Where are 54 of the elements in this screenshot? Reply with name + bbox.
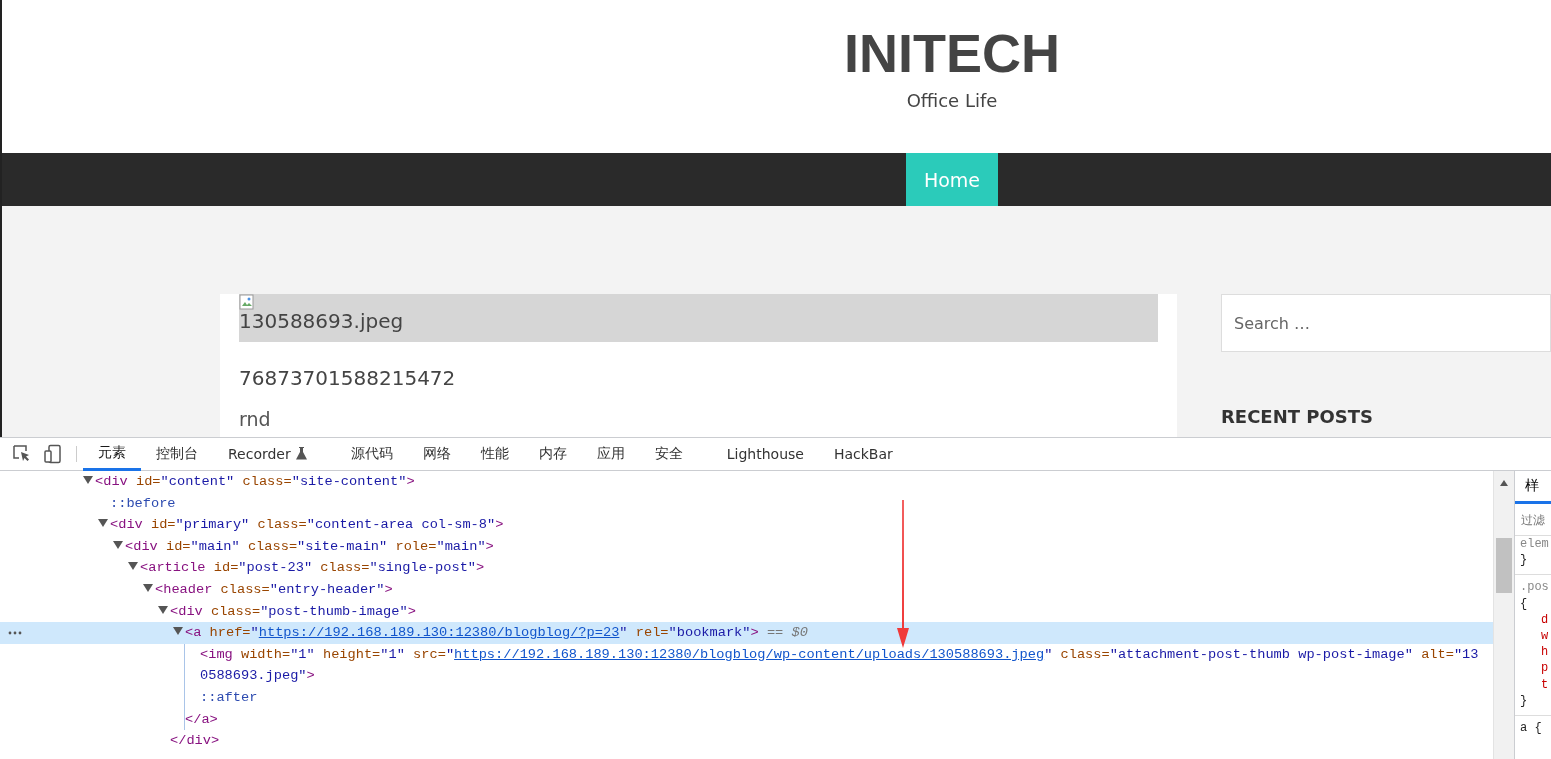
- image-alt-text: 130588693.jpeg: [239, 310, 404, 332]
- devtools-tab[interactable]: Recorder: [213, 438, 322, 471]
- dom-node-line[interactable]: <div class="post-thumb-image">: [0, 600, 1493, 623]
- dom-node-line[interactable]: ::before: [0, 492, 1493, 515]
- flask-icon: [295, 447, 307, 460]
- scrollbar-thumb[interactable]: [1496, 538, 1512, 593]
- css-property: d: [1540, 611, 1550, 628]
- devtools-tab[interactable]: 控制台: [141, 438, 213, 471]
- expand-triangle-icon[interactable]: [173, 627, 183, 636]
- css-brace: }: [1519, 552, 1529, 569]
- devtools-tab[interactable]: HackBar: [818, 438, 908, 471]
- site-title: INITECH: [844, 22, 1060, 84]
- search-field[interactable]: Search …: [1221, 294, 1551, 352]
- css-brace: }: [1519, 692, 1529, 710]
- css-property: w: [1540, 628, 1550, 645]
- expand-triangle-icon[interactable]: [83, 476, 93, 484]
- site-tagline: Office Life: [906, 90, 998, 111]
- dom-closing-tag: </div>: [0, 730, 1493, 752]
- devtools-tab[interactable]: 性能: [465, 438, 524, 471]
- url-link[interactable]: https://192.168.189.130:12380/blogblog/wp-content/uploads/130588693.jpeg: [454, 646, 1045, 662]
- scroll-up-icon[interactable]: [1499, 479, 1509, 487]
- scrollbar[interactable]: [1493, 471, 1514, 759]
- dom-node-line[interactable]: <article id="post-23" class="single-post">: [0, 557, 1493, 579]
- expand-triangle-icon[interactable]: [158, 605, 168, 614]
- post-text: rnd: [239, 408, 272, 430]
- css-brace: {: [1519, 595, 1529, 612]
- css-property: t: [1540, 676, 1550, 693]
- devtools-tab[interactable]: 网络: [407, 438, 466, 471]
- sidebar-heading: RECENT POSTS: [1221, 406, 1374, 427]
- css-property: p: [1540, 660, 1550, 677]
- inspect-icon[interactable]: [12, 444, 32, 464]
- expand-triangle-icon[interactable]: [113, 540, 123, 549]
- devtools-tab[interactable]: 元素: [83, 438, 141, 471]
- styles-tab[interactable]: 样: [1515, 471, 1551, 504]
- expand-triangle-icon[interactable]: [143, 583, 153, 592]
- dom-node-line[interactable]: <header class="entry-header">: [0, 578, 1493, 601]
- url-link[interactable]: https://192.168.189.130:12380/blogblog/?p=23: [258, 625, 620, 641]
- dom-node-line[interactable]: <div id="main" class="site-main" role="main">: [0, 535, 1493, 558]
- dom-node-line[interactable]: <div id="content" class="site-content">: [0, 471, 1493, 493]
- devtools-tab[interactable]: 安全: [639, 438, 698, 471]
- devtools-tab[interactable]: 源代码: [335, 438, 408, 471]
- post-title: 76873701588215472: [239, 366, 457, 390]
- device-toggle-icon[interactable]: [43, 444, 63, 464]
- css-property: h: [1540, 644, 1550, 661]
- more-actions-icon[interactable]: [8, 631, 22, 636]
- css-selector: .pos: [1519, 579, 1550, 596]
- expand-triangle-icon[interactable]: [128, 562, 138, 571]
- css-brace: a {: [1519, 720, 1543, 737]
- expand-triangle-icon[interactable]: [98, 519, 108, 528]
- devtools-tab[interactable]: Lighthouse: [711, 438, 819, 471]
- devtools-tab[interactable]: 应用: [581, 438, 640, 471]
- dom-node-line[interactable]: <div id="primary" class="content-area col-sm-8">: [0, 514, 1493, 536]
- css-selector: elem: [1519, 536, 1550, 553]
- devtools-tab[interactable]: 内存: [523, 438, 582, 471]
